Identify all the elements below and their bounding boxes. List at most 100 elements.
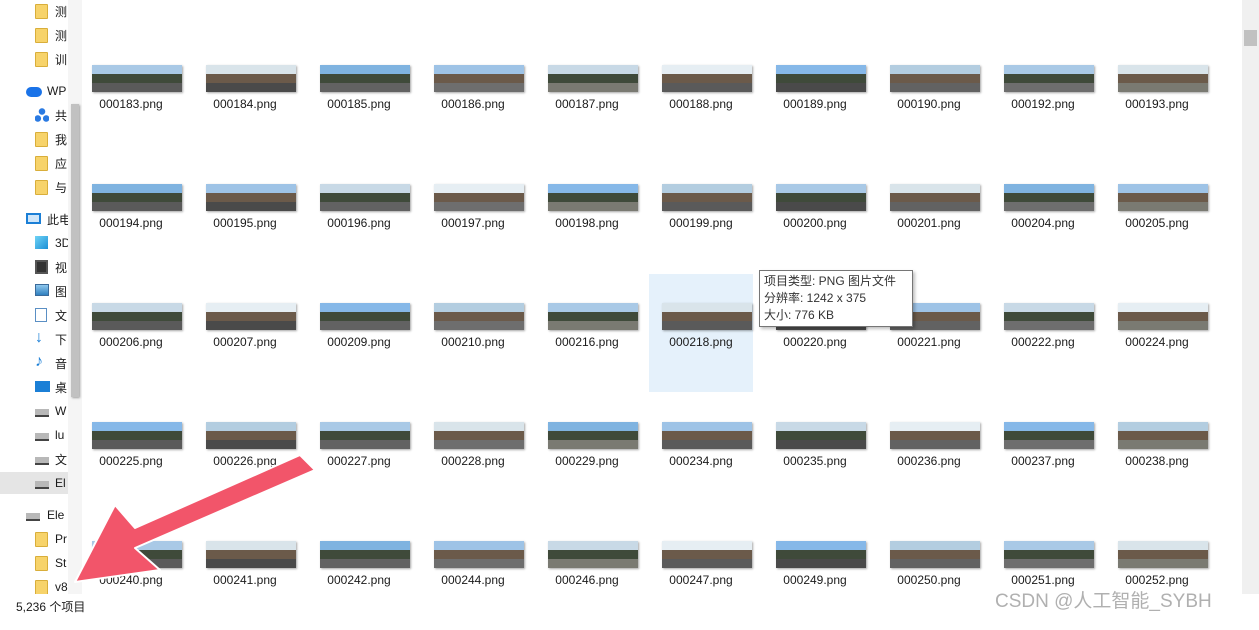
file-item[interactable]: 000195.png: [193, 155, 297, 273]
file-item[interactable]: 000229.png: [535, 393, 639, 511]
file-item[interactable]: 000234.png: [649, 393, 753, 511]
nav-item[interactable]: 训: [0, 48, 68, 70]
tooltip-size: 大小: 776 KB: [764, 308, 835, 322]
folder-icon: [35, 52, 48, 67]
content-scrollbar[interactable]: [1242, 0, 1259, 594]
file-item[interactable]: 000218.png: [649, 274, 753, 392]
file-item[interactable]: 000193.png: [1105, 36, 1209, 154]
file-name: 000251.png: [1011, 573, 1075, 587]
cloud-icon: [26, 87, 42, 97]
image-thumbnail: [206, 541, 296, 568]
nav-item[interactable]: 此电: [0, 208, 68, 230]
nav-item[interactable]: El: [0, 472, 68, 494]
file-item[interactable]: 000226.png: [193, 393, 297, 511]
image-thumbnail: [1004, 541, 1094, 568]
file-item[interactable]: 000227.png: [307, 393, 411, 511]
nav-item-label: W: [55, 404, 67, 418]
nav-scrollbar-thumb[interactable]: [71, 104, 79, 397]
tooltip-type: 项目类型: PNG 图片文件: [764, 274, 897, 288]
file-item[interactable]: 000236.png: [877, 393, 981, 511]
nav-item-label: 桌: [55, 380, 68, 395]
file-item[interactable]: 000228.png: [421, 393, 525, 511]
image-thumbnail: [92, 303, 182, 330]
file-item[interactable]: 000188.png: [649, 36, 753, 154]
file-item[interactable]: 000209.png: [307, 274, 411, 392]
nav-item-label: 视: [55, 260, 68, 275]
file-item[interactable]: 000192.png: [991, 36, 1095, 154]
image-thumbnail: [1004, 65, 1094, 92]
file-item[interactable]: 000194.png: [79, 155, 183, 273]
image-thumbnail: [662, 65, 752, 92]
folder-icon: [35, 532, 48, 547]
file-item[interactable]: 000187.png: [535, 36, 639, 154]
folder-icon: [35, 556, 48, 571]
nav-item[interactable]: W: [0, 400, 68, 422]
file-item[interactable]: 000222.png: [991, 274, 1095, 392]
file-name: 000195.png: [213, 216, 277, 230]
drive-icon: [35, 457, 49, 465]
image-thumbnail: [662, 541, 752, 568]
nav-item[interactable]: ♪ 音: [0, 352, 68, 374]
file-item[interactable]: 000185.png: [307, 36, 411, 154]
file-item[interactable]: 000224.png: [1105, 274, 1209, 392]
image-thumbnail: [434, 184, 524, 211]
image-thumbnail: [206, 184, 296, 211]
nav-item[interactable]: St: [0, 552, 68, 574]
nav-item[interactable]: 测: [0, 24, 68, 46]
file-name: 000205.png: [1125, 216, 1189, 230]
file-item[interactable]: 000189.png: [763, 36, 867, 154]
file-name: 000236.png: [897, 454, 961, 468]
nav-item[interactable]: Ele: [0, 504, 68, 526]
nav-item[interactable]: v8: [0, 576, 68, 594]
file-item[interactable]: 000204.png: [991, 155, 1095, 273]
nav-item[interactable]: 我: [0, 128, 68, 150]
nav-item[interactable]: 应: [0, 152, 68, 174]
file-item[interactable]: 000210.png: [421, 274, 525, 392]
image-thumbnail: [548, 422, 638, 449]
image-thumbnail: [320, 422, 410, 449]
image-thumbnail: [890, 541, 980, 568]
file-item[interactable]: 000237.png: [991, 393, 1095, 511]
file-item[interactable]: 000197.png: [421, 155, 525, 273]
nav-item-label: 文: [55, 308, 68, 323]
file-name: 000220.png: [783, 335, 847, 349]
nav-item-label: Ele: [47, 508, 65, 522]
file-item[interactable]: 000196.png: [307, 155, 411, 273]
nav-item[interactable]: Pr: [0, 528, 68, 550]
file-item[interactable]: 000190.png: [877, 36, 981, 154]
file-item[interactable]: 000201.png: [877, 155, 981, 273]
nav-item-label: 测: [55, 4, 68, 19]
nav-item[interactable]: 图: [0, 280, 68, 302]
file-item[interactable]: 000225.png: [79, 393, 183, 511]
file-item[interactable]: 000200.png: [763, 155, 867, 273]
nav-item-label: WP: [47, 84, 67, 98]
file-item[interactable]: 000199.png: [649, 155, 753, 273]
file-item[interactable]: 000184.png: [193, 36, 297, 154]
nav-item[interactable]: WP: [0, 80, 68, 102]
image-thumbnail: [548, 65, 638, 92]
content-scrollbar-thumb[interactable]: [1244, 30, 1257, 46]
nav-item[interactable]: 文: [0, 304, 68, 326]
image-thumbnail: [1118, 422, 1208, 449]
nav-item[interactable]: 文: [0, 448, 68, 470]
nav-item[interactable]: 3D: [0, 232, 68, 254]
file-item[interactable]: 000198.png: [535, 155, 639, 273]
file-item[interactable]: 000183.png: [79, 36, 183, 154]
nav-item[interactable]: ↓ 下: [0, 328, 68, 350]
file-item[interactable]: 000235.png: [763, 393, 867, 511]
folder-icon: [35, 4, 48, 19]
file-item[interactable]: 000238.png: [1105, 393, 1209, 511]
file-name: 000234.png: [669, 454, 733, 468]
file-item[interactable]: 000186.png: [421, 36, 525, 154]
file-item[interactable]: 000216.png: [535, 274, 639, 392]
nav-item[interactable]: 共: [0, 104, 68, 126]
file-item[interactable]: 000206.png: [79, 274, 183, 392]
file-item[interactable]: 000207.png: [193, 274, 297, 392]
nav-item[interactable]: lu: [0, 424, 68, 446]
image-thumbnail: [92, 65, 182, 92]
nav-item[interactable]: 桌: [0, 376, 68, 398]
nav-item[interactable]: 测: [0, 0, 68, 22]
nav-item[interactable]: 与: [0, 176, 68, 198]
nav-item[interactable]: 视: [0, 256, 68, 278]
file-item[interactable]: 000205.png: [1105, 155, 1209, 273]
